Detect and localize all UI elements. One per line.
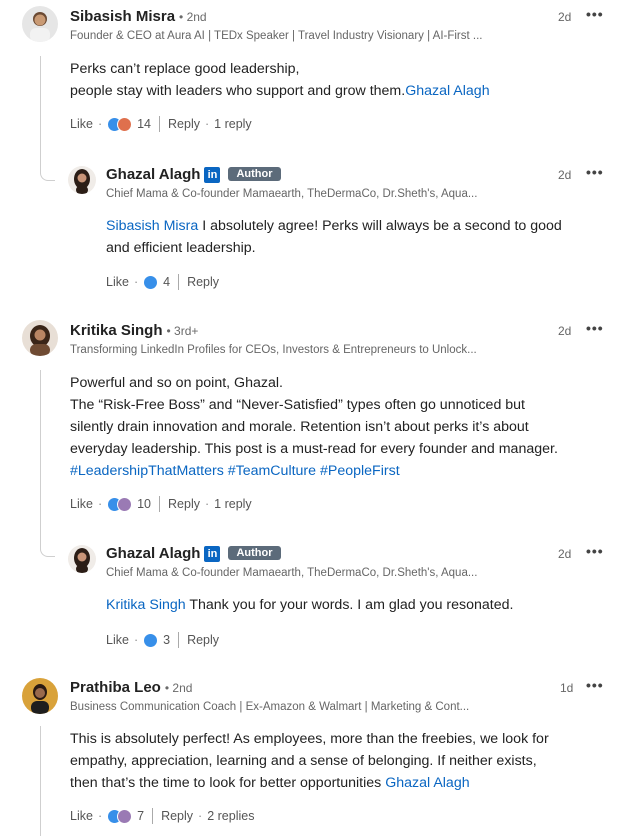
timestamp: 2d xyxy=(558,547,572,561)
reactions-summary[interactable]: 3 xyxy=(143,632,170,648)
reply-actions: Like · 3 Reply xyxy=(106,632,220,648)
commenter-name[interactable]: Kritika Singh • 3rd+ xyxy=(70,322,198,339)
comment-text: Perks can’t replace good leadership, peo… xyxy=(70,61,490,99)
avatar[interactable] xyxy=(68,545,96,573)
timestamp: 1d xyxy=(560,681,574,695)
author-badge: Author xyxy=(228,546,281,560)
reply-count-link[interactable]: 1 reply xyxy=(214,497,252,511)
like-button[interactable]: Like xyxy=(70,497,93,511)
linkedin-icon: in xyxy=(204,167,221,183)
reply-text: Sibasish Misra I absolutely agree! Perks… xyxy=(106,218,562,256)
timestamp: 2d xyxy=(558,168,572,182)
reply-button[interactable]: Reply xyxy=(161,809,193,823)
like-button[interactable]: Like xyxy=(106,275,129,289)
reactions-summary[interactable]: 7 xyxy=(107,808,144,824)
thread-line xyxy=(40,726,41,836)
thread-line xyxy=(40,370,41,544)
reply-text: Kritika Singh Thank you for your words. … xyxy=(106,597,514,613)
more-options-icon[interactable]: ••• xyxy=(586,164,604,180)
thread-connector xyxy=(40,544,55,557)
linkedin-icon: in xyxy=(204,546,221,562)
hashtags[interactable]: #LeadershipThatMatters #TeamCulture #Peo… xyxy=(70,460,620,482)
commenter-name[interactable]: Sibasish Misra • 2nd xyxy=(70,8,207,25)
reactions-summary[interactable]: 10 xyxy=(107,496,151,512)
love-reaction-icon xyxy=(117,116,133,132)
mention-link[interactable]: Sibasish Misra xyxy=(106,218,198,234)
like-reaction-icon xyxy=(143,632,159,648)
thread-connector xyxy=(40,168,55,181)
more-options-icon[interactable]: ••• xyxy=(586,320,604,336)
avatar[interactable] xyxy=(68,166,96,194)
mention-link[interactable]: Ghazal Alagh xyxy=(385,775,469,791)
commenter-headline: Transforming LinkedIn Profiles for CEOs,… xyxy=(70,344,477,356)
more-options-icon[interactable]: ••• xyxy=(586,6,604,22)
reply-actions: Like · 4 Reply xyxy=(106,274,220,290)
commenter-headline: Founder & CEO at Aura AI | TEDx Speaker … xyxy=(70,30,483,42)
support-reaction-icon xyxy=(117,808,133,824)
avatar[interactable] xyxy=(22,6,58,42)
reactions-summary[interactable]: 4 xyxy=(143,274,170,290)
support-reaction-icon xyxy=(117,496,133,512)
reply-button[interactable]: Reply xyxy=(187,275,219,289)
comment-actions: Like · 7 Reply · 2 replies xyxy=(70,808,255,824)
reply-button[interactable]: Reply xyxy=(187,633,219,647)
connection-degree: • 3rd+ xyxy=(166,324,199,338)
reply-count-link[interactable]: 1 reply xyxy=(214,117,252,131)
connection-degree: • 2nd xyxy=(164,681,193,695)
timestamp: 2d xyxy=(558,324,572,338)
mention-link[interactable]: Kritika Singh xyxy=(106,597,186,613)
reactions-summary[interactable]: 14 xyxy=(107,116,151,132)
avatar[interactable] xyxy=(22,678,58,714)
timestamp: 2d xyxy=(558,10,572,24)
reply-button[interactable]: Reply xyxy=(168,497,200,511)
comment-actions: Like · 10 Reply · 1 reply xyxy=(70,496,252,512)
comment-text: Powerful and so on point, Ghazal. The “R… xyxy=(70,372,620,482)
commenter-name[interactable]: Prathiba Leo • 2nd xyxy=(70,679,192,696)
reply-author-name[interactable]: Ghazal Alagh in Author xyxy=(106,166,281,183)
avatar[interactable] xyxy=(22,320,58,356)
comment-actions: Like · 14 Reply · 1 reply xyxy=(70,116,252,132)
reply-author-headline: Chief Mama & Co-founder Mamaearth, TheDe… xyxy=(106,188,478,200)
author-badge: Author xyxy=(228,167,281,181)
reply-author-name[interactable]: Ghazal Alagh in Author xyxy=(106,545,281,562)
more-options-icon[interactable]: ••• xyxy=(586,677,604,693)
reply-count-link[interactable]: 2 replies xyxy=(207,809,254,823)
thread-line xyxy=(40,56,41,168)
like-button[interactable]: Like xyxy=(106,633,129,647)
connection-degree: • 2nd xyxy=(179,10,207,24)
reply-author-headline: Chief Mama & Co-founder Mamaearth, TheDe… xyxy=(106,567,478,579)
mention-link[interactable]: Ghazal Alagh xyxy=(405,83,489,99)
like-button[interactable]: Like xyxy=(70,117,93,131)
comment-text: This is absolutely perfect! As employees… xyxy=(70,731,549,791)
like-button[interactable]: Like xyxy=(70,809,93,823)
reply-button[interactable]: Reply xyxy=(168,117,200,131)
like-reaction-icon xyxy=(143,274,159,290)
more-options-icon[interactable]: ••• xyxy=(586,543,604,559)
commenter-headline: Business Communication Coach | Ex-Amazon… xyxy=(70,701,470,713)
